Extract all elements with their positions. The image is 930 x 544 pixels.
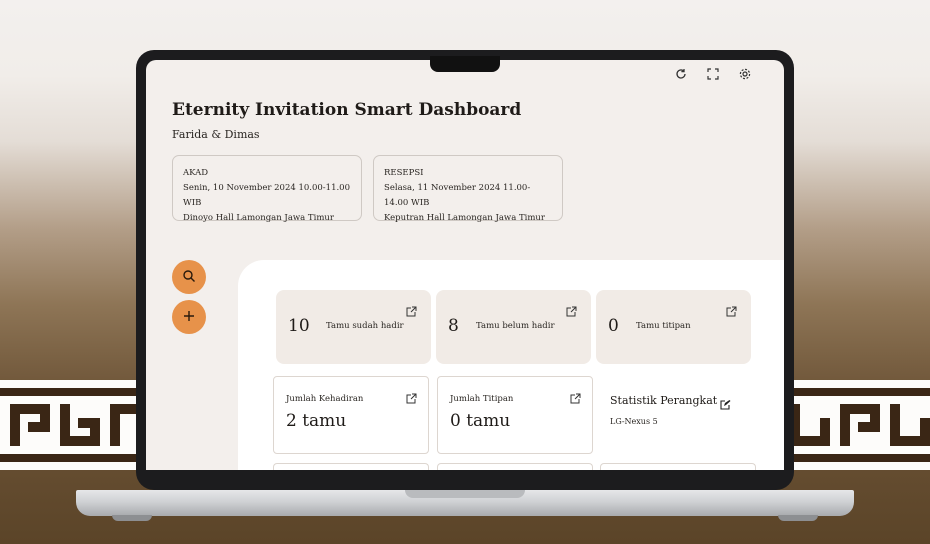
card-stub bbox=[600, 463, 756, 470]
card-value: 2 tamu bbox=[286, 411, 347, 431]
dashboard-screen: Eternity Invitation Smart Dashboard Fari… bbox=[146, 60, 784, 470]
device-stats-title: Statistik Perangkat bbox=[610, 394, 718, 407]
top-toolbar bbox=[674, 66, 752, 80]
event-name: AKAD bbox=[183, 168, 209, 178]
camera-notch bbox=[430, 56, 500, 72]
stat-card-titipan[interactable]: 0 Tamu titipan bbox=[596, 290, 751, 364]
card-label: Jumlah Titipan bbox=[450, 394, 514, 404]
stat-label: Tamu sudah hadir bbox=[326, 321, 404, 331]
page-title: Eternity Invitation Smart Dashboard bbox=[172, 100, 522, 120]
card-value: 0 tamu bbox=[450, 411, 511, 431]
stat-count: 0 bbox=[608, 316, 619, 336]
laptop-foot bbox=[112, 515, 152, 521]
event-location: Dinoyo Hall Lamongan Jawa Timur bbox=[183, 213, 334, 223]
stat-count: 8 bbox=[448, 316, 459, 336]
stat-card-not-arrived[interactable]: 8 Tamu belum hadir bbox=[436, 290, 591, 364]
search-icon bbox=[182, 268, 196, 287]
stat-count: 10 bbox=[288, 316, 310, 336]
stat-card-arrived[interactable]: 10 Tamu sudah hadir bbox=[276, 290, 431, 364]
stat-label: Tamu titipan bbox=[636, 321, 691, 331]
stat-label: Tamu belum hadir bbox=[476, 321, 555, 331]
stats-panel: 10 Tamu sudah hadir 8 Tamu belum hadir 0… bbox=[238, 260, 784, 470]
event-name: RESEPSI bbox=[384, 168, 424, 178]
card-stub bbox=[437, 463, 593, 470]
device-stats-card: Statistik Perangkat LG-Nexus 5 bbox=[600, 376, 754, 452]
edit-icon[interactable] bbox=[720, 395, 731, 410]
card-label: Jumlah Kehadiran bbox=[286, 394, 364, 404]
add-guest-button[interactable] bbox=[172, 300, 206, 334]
laptop-lip bbox=[405, 490, 525, 498]
laptop-foot bbox=[778, 515, 818, 521]
external-link-icon[interactable] bbox=[726, 302, 737, 317]
attendance-card[interactable]: Jumlah Kehadiran 2 tamu bbox=[273, 376, 429, 454]
device-name: LG-Nexus 5 bbox=[610, 417, 658, 426]
event-datetime: Selasa, 11 November 2024 11.00-14.00 WIB bbox=[384, 183, 531, 208]
couple-names: Farida & Dimas bbox=[172, 128, 260, 141]
external-link-icon[interactable] bbox=[406, 389, 417, 404]
greek-key-ornament-left bbox=[0, 380, 150, 470]
plus-icon bbox=[182, 308, 196, 327]
card-stub bbox=[273, 463, 429, 470]
external-link-icon[interactable] bbox=[570, 389, 581, 404]
event-card-akad: AKAD Senin, 10 November 2024 10.00-11.00… bbox=[172, 155, 362, 223]
fullscreen-icon[interactable] bbox=[706, 66, 720, 80]
gear-icon[interactable] bbox=[738, 66, 752, 80]
greek-key-ornament-right bbox=[780, 380, 930, 470]
external-link-icon[interactable] bbox=[566, 302, 577, 317]
event-card-resepsi: RESEPSI Selasa, 11 November 2024 11.00-1… bbox=[373, 155, 563, 223]
event-datetime: Senin, 10 November 2024 10.00-11.00 WIB bbox=[183, 183, 350, 208]
event-location: Keputran Hall Lamongan Jawa Timur bbox=[384, 213, 545, 223]
refresh-icon[interactable] bbox=[674, 66, 688, 80]
search-button[interactable] bbox=[172, 260, 206, 294]
external-link-icon[interactable] bbox=[406, 302, 417, 317]
titipan-card[interactable]: Jumlah Titipan 0 tamu bbox=[437, 376, 593, 454]
